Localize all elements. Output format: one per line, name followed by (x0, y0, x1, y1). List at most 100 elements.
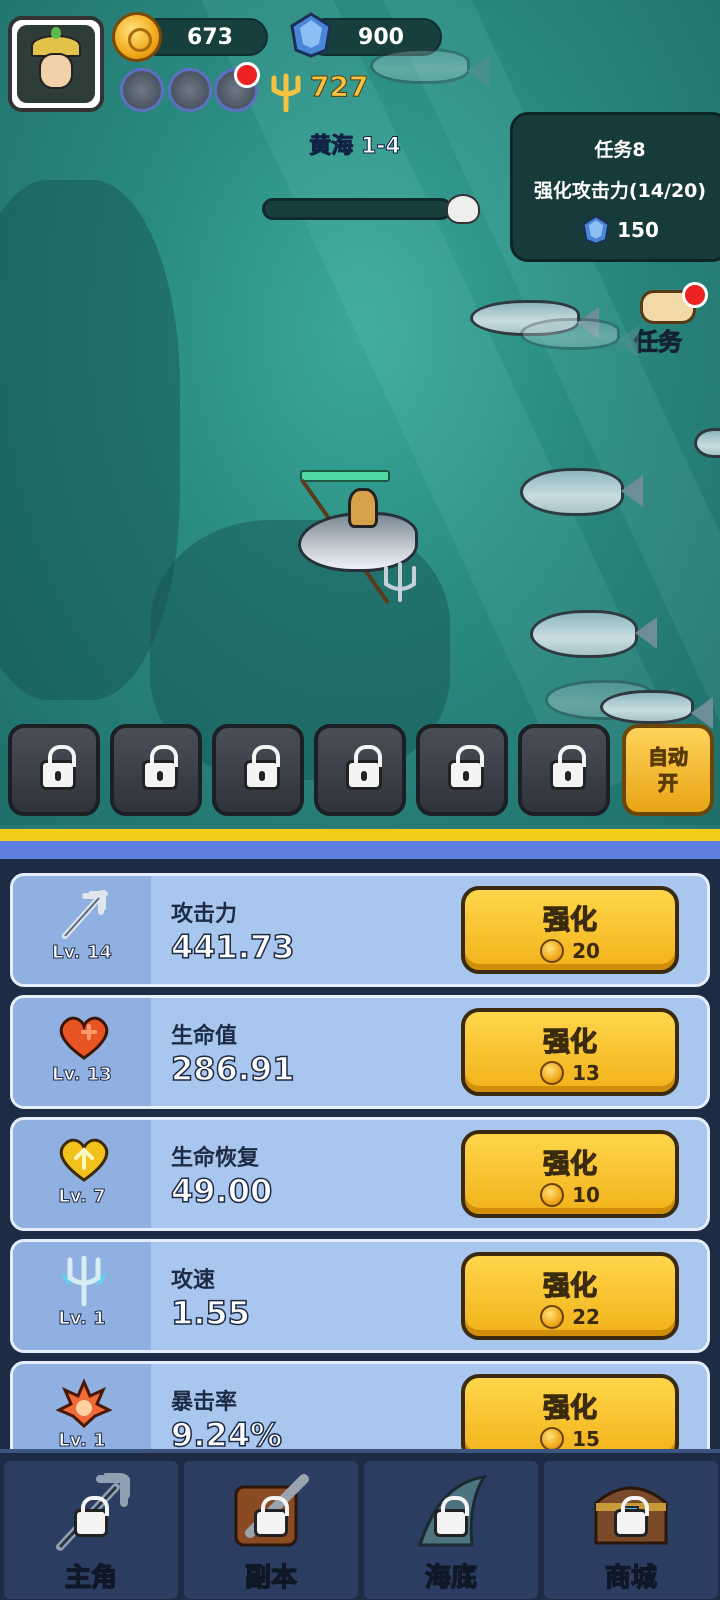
nav-hero[interactable]: 主角 (4, 1461, 178, 1599)
cost-amount: 15 (572, 1426, 600, 1450)
coin-icon (540, 938, 565, 963)
skill-slot-6[interactable] (518, 724, 610, 816)
coin-icon (540, 1060, 565, 1085)
quest-reward-amount: 150 (617, 218, 659, 242)
stage-title: 黄海 1-4 (309, 134, 401, 160)
upgrade-cost: 20 (540, 938, 600, 963)
lock-icon (434, 1496, 469, 1537)
auto-skill-button[interactable]: 自动 开 (622, 724, 714, 816)
cost-amount: 20 (572, 938, 600, 963)
equipment-slot-fish[interactable] (168, 68, 212, 112)
stat-name: 生命值 (171, 1024, 238, 1049)
upgrade-button[interactable]: 强化 10 (461, 1130, 679, 1218)
fish-enemy (520, 318, 639, 357)
trident-icon (271, 73, 301, 112)
skill-slot-2[interactable] (110, 724, 202, 816)
nav-label: 主角 (64, 1562, 117, 1593)
stat-value: 441.73 (170, 927, 295, 967)
notification-dot (682, 282, 708, 308)
nav-label: 副本 (244, 1562, 297, 1593)
stage-progress-bar (262, 198, 452, 220)
heart-plus-icon (59, 1016, 109, 1060)
divider (0, 841, 720, 859)
hero-character (348, 488, 378, 528)
divider (0, 829, 720, 841)
fish-enemy (530, 610, 657, 658)
lock-icon (346, 745, 382, 790)
boss-icon (446, 194, 480, 224)
coin-icon (540, 1426, 565, 1449)
skill-slot-5[interactable] (416, 724, 508, 816)
stat-level: Lv. 1 (58, 1308, 106, 1330)
stat-icon-area: Lv. 14 (13, 876, 151, 984)
upgrade-cost: 15 (540, 1426, 600, 1450)
coin-icon (540, 1304, 565, 1329)
upgrade-label: 强化 (542, 1392, 597, 1424)
task-button[interactable]: 任务 (630, 282, 710, 362)
nav-shop[interactable]: 商城 (544, 1461, 718, 1599)
upgrade-list[interactable]: Lv. 14 攻击力 441.73 强化 20 Lv. 13 生命值 286.9… (0, 859, 720, 1449)
stat-icon-area: Lv. 1 (13, 1242, 151, 1350)
cost-amount: 10 (572, 1182, 600, 1207)
upgrade-label: 强化 (542, 1148, 597, 1180)
cost-amount: 13 (572, 1060, 600, 1085)
upgrade-button[interactable]: 强化 22 (461, 1252, 679, 1340)
fire-burst-icon (55, 1378, 113, 1428)
upgrade-label: 强化 (542, 904, 597, 936)
fish-enemy (694, 428, 720, 458)
gem-icon (290, 12, 332, 58)
stat-value: 9.24% (170, 1415, 283, 1449)
stat-value: 1.55 (170, 1293, 250, 1333)
upgrade-cost: 10 (540, 1182, 600, 1207)
lock-icon (254, 1496, 289, 1537)
fish-enemy (600, 690, 713, 729)
stat-icon-area: Lv. 13 (13, 998, 151, 1106)
trident-icon (384, 562, 416, 602)
stat-value: 49.00 (170, 1171, 273, 1211)
upgrade-card-crit-rate: Lv. 1 暴击率 9.24% 强化 15 (10, 1361, 710, 1449)
coin-icon (112, 12, 162, 62)
stat-name: 攻速 (171, 1268, 216, 1293)
nav-label: 海底 (424, 1562, 477, 1593)
quest-title: 任务8 (594, 139, 646, 161)
player-avatar[interactable] (8, 16, 104, 112)
skill-slot-1[interactable] (8, 724, 100, 816)
skill-slot-3[interactable] (212, 724, 304, 816)
stat-name: 攻击力 (171, 902, 238, 927)
gem-amount: 900 (358, 24, 404, 50)
lightning-trident-icon (61, 1256, 107, 1306)
lock-icon (448, 745, 484, 790)
trident-icon (62, 890, 108, 939)
quest-description: 强化攻击力(14/20) (533, 180, 707, 202)
bottom-nav: 主角 副本 海底 商城 (0, 1449, 720, 1600)
stat-level: Lv. 14 (52, 942, 113, 964)
nav-dungeon[interactable]: 副本 (184, 1461, 358, 1599)
coin-amount: 673 (187, 24, 233, 50)
auto-state: 开 (658, 771, 679, 796)
lock-icon (142, 745, 178, 790)
upgrade-card-hp: Lv. 13 生命值 286.91 强化 13 (10, 995, 710, 1109)
upgrade-button[interactable]: 强化 20 (461, 886, 679, 974)
skill-slot-4[interactable] (314, 724, 406, 816)
heart-up-icon (59, 1138, 109, 1182)
quest-reward: 150 (513, 213, 720, 247)
stat-level: Lv. 13 (52, 1064, 113, 1086)
upgrade-cost: 13 (540, 1060, 600, 1085)
upgrade-button[interactable]: 强化 13 (461, 1008, 679, 1096)
upgrade-cost: 22 (540, 1304, 600, 1329)
game-scene: 673 900 727 黄海 1-4 任务8 强化攻击力(14/20) 150 … (0, 0, 720, 825)
quest-panel[interactable]: 任务8 强化攻击力(14/20) 150 (510, 112, 720, 262)
stat-icon-area: Lv. 7 (13, 1120, 151, 1228)
upgrade-button[interactable]: 强化 15 (461, 1374, 679, 1449)
task-label: 任务 (634, 328, 683, 357)
equipment-slot-shell[interactable] (120, 68, 164, 112)
stat-level: Lv. 1 (58, 1430, 106, 1450)
stat-name: 生命恢复 (171, 1146, 260, 1171)
nav-seabed[interactable]: 海底 (364, 1461, 538, 1599)
lock-icon (244, 745, 280, 790)
nav-label: 商城 (604, 1562, 657, 1593)
gem-icon (582, 215, 610, 245)
fish-enemy (520, 468, 643, 516)
stat-level: Lv. 7 (58, 1186, 106, 1208)
upgrade-card-attack-speed: Lv. 1 攻速 1.55 强化 22 (10, 1239, 710, 1353)
